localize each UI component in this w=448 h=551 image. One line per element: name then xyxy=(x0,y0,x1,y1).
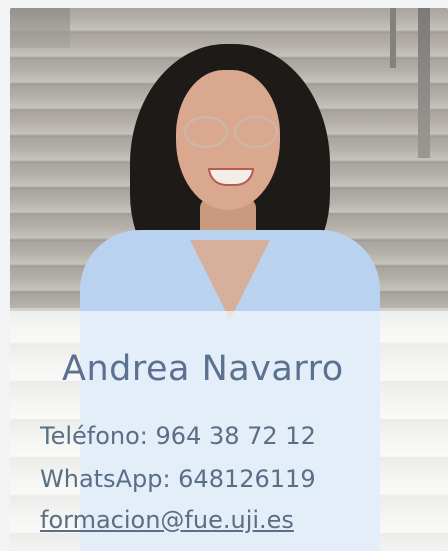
photo-railing-left xyxy=(10,8,70,48)
email-link[interactable]: formacion@fue.uji.es xyxy=(40,506,294,534)
photo-glasses xyxy=(184,116,278,148)
person-name: Andrea Navarro xyxy=(62,349,344,389)
whatsapp-text: WhatsApp: 648126119 xyxy=(40,465,316,493)
photo-railing-right-post xyxy=(390,8,396,68)
photo-railing-right xyxy=(418,8,430,158)
phone-text: Teléfono: 964 38 72 12 xyxy=(40,422,316,450)
